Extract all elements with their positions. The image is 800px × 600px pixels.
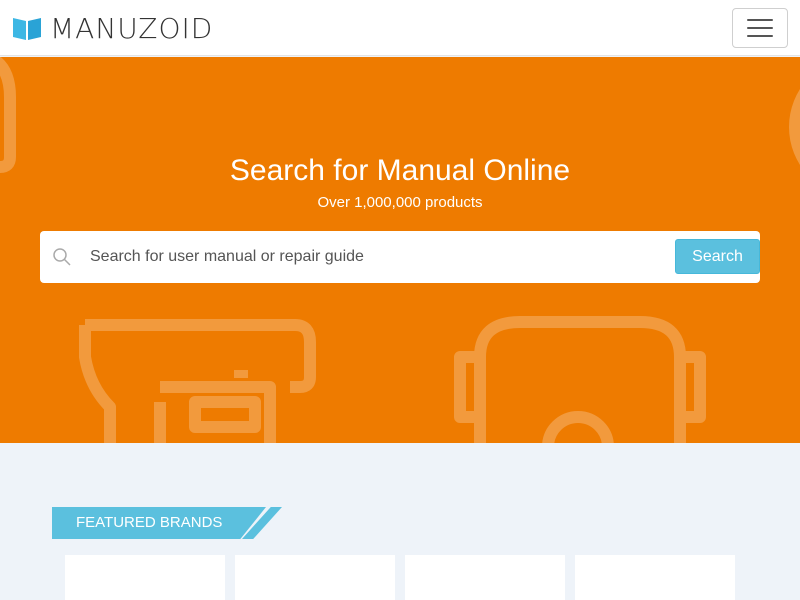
brand-card[interactable]: [65, 555, 225, 600]
search-icon: [53, 248, 71, 266]
search-input[interactable]: [90, 239, 700, 275]
hero-subtitle: Over 1,000,000 products: [317, 194, 483, 211]
search-button[interactable]: Search: [675, 239, 760, 274]
site-header: MANUZOID: [0, 0, 800, 56]
logo-link[interactable]: MANUZOID: [12, 10, 213, 46]
brand-card[interactable]: [405, 555, 565, 600]
open-book-icon: [13, 18, 41, 40]
brand-card[interactable]: [575, 555, 735, 600]
logo-text: MANUZOID: [50, 11, 214, 45]
hamburger-icon: [747, 16, 773, 40]
hero-title: Search for Manual Online: [229, 154, 571, 187]
search-bar: Search: [40, 231, 760, 283]
featured-brands-label: FEATURED BRANDS: [76, 514, 223, 531]
hero-section: Search for Manual Online Over 1,000,000 …: [0, 57, 800, 443]
menu-toggle-button[interactable]: [732, 8, 788, 48]
brand-card[interactable]: [235, 555, 395, 600]
